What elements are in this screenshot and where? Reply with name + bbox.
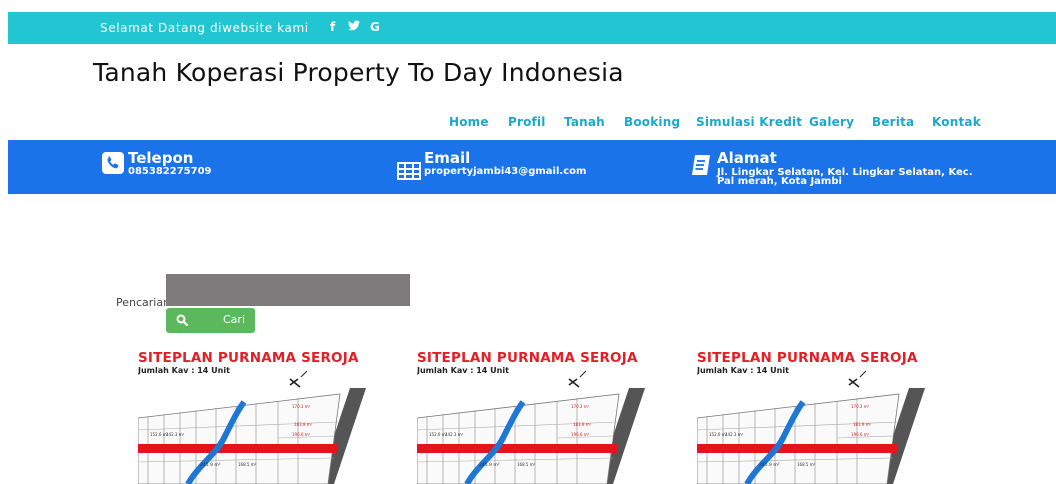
listing-card[interactable]: 152.6 m² 142.3 m² 170.3 m² 183.9 m² 196.… [138,350,368,484]
svg-text:245.9 m²: 245.9 m² [759,462,780,468]
listing-card[interactable]: 152.6 m² 142.3 m² 170.3 m² 183.9 m² 196.… [697,350,927,484]
svg-text:168.5 m²: 168.5 m² [238,462,257,467]
svg-text:196.6 m²: 196.6 m² [851,432,870,437]
listing-title: SITEPLAN PURNAMA SEROJA [417,350,638,366]
svg-text:183.9 m²: 183.9 m² [853,422,872,427]
email-address[interactable]: propertyjambi43@gmail.com [424,167,586,177]
svg-text:142.3 m²: 142.3 m² [445,432,464,437]
twitter-icon[interactable] [348,20,360,34]
contact-bar: Telepon 085382275709 Email propertyjambi… [8,140,1056,194]
nav-booking[interactable]: Booking [624,115,680,129]
nav-tanah[interactable]: Tanah [564,115,605,129]
listing-subtitle: Jumlah Kav : 14 Unit [697,366,789,375]
welcome-text: Selamat Datang diwebsite kami [100,21,309,35]
svg-text:183.9 m²: 183.9 m² [294,422,313,427]
svg-text:245.9 m²: 245.9 m² [479,462,500,468]
email-title: Email [424,149,471,167]
nav-simulasi-kredit[interactable]: Simulasi Kredit [696,115,802,129]
email-icon [397,162,421,184]
listing-title: SITEPLAN PURNAMA SEROJA [697,350,918,366]
site-title: Tanah Koperasi Property To Day Indonesia [93,58,624,87]
listing-subtitle: Jumlah Kav : 14 Unit [138,366,230,375]
search-input[interactable] [166,274,410,306]
nav-galery[interactable]: Galery [809,115,854,129]
listing-subtitle: Jumlah Kav : 14 Unit [417,366,509,375]
address-line-2: Pal merah, Kota Jambi [717,176,842,187]
search-button[interactable]: Cari [166,308,255,333]
svg-text:168.5 m²: 168.5 m² [517,462,536,467]
svg-text:183.9 m²: 183.9 m² [573,422,592,427]
listing-card[interactable]: 152.6 m² 142.3 m² 170.3 m² 183.9 m² 196.… [417,350,647,484]
svg-text:142.3 m²: 142.3 m² [725,432,744,437]
google-icon[interactable]: G [370,20,380,34]
svg-text:170.3 m²: 170.3 m² [571,404,590,409]
svg-text:142.3 m²: 142.3 m² [166,432,185,437]
search-button-label: Cari [223,313,245,326]
address-book-icon [690,154,712,180]
search-icon [176,314,189,329]
address-title: Alamat [717,149,777,167]
nav-berita[interactable]: Berita [872,115,914,129]
svg-text:196.6 m²: 196.6 m² [292,432,311,437]
phone-icon [102,152,124,178]
top-bar: Selamat Datang diwebsite kami f G [8,12,1056,44]
nav-kontak[interactable]: Kontak [932,115,981,129]
svg-text:168.5 m²: 168.5 m² [797,462,816,467]
listing-title: SITEPLAN PURNAMA SEROJA [138,350,359,366]
nav-profil[interactable]: Profil [508,115,546,129]
facebook-icon[interactable]: f [330,20,335,34]
svg-text:245.9 m²: 245.9 m² [200,462,221,468]
phone-title: Telepon [128,149,194,167]
svg-text:196.6 m²: 196.6 m² [571,432,590,437]
nav-home[interactable]: Home [449,115,489,129]
phone-number: 085382275709 [128,166,212,177]
svg-text:170.3 m²: 170.3 m² [851,404,870,409]
svg-text:170.3 m²: 170.3 m² [292,404,311,409]
